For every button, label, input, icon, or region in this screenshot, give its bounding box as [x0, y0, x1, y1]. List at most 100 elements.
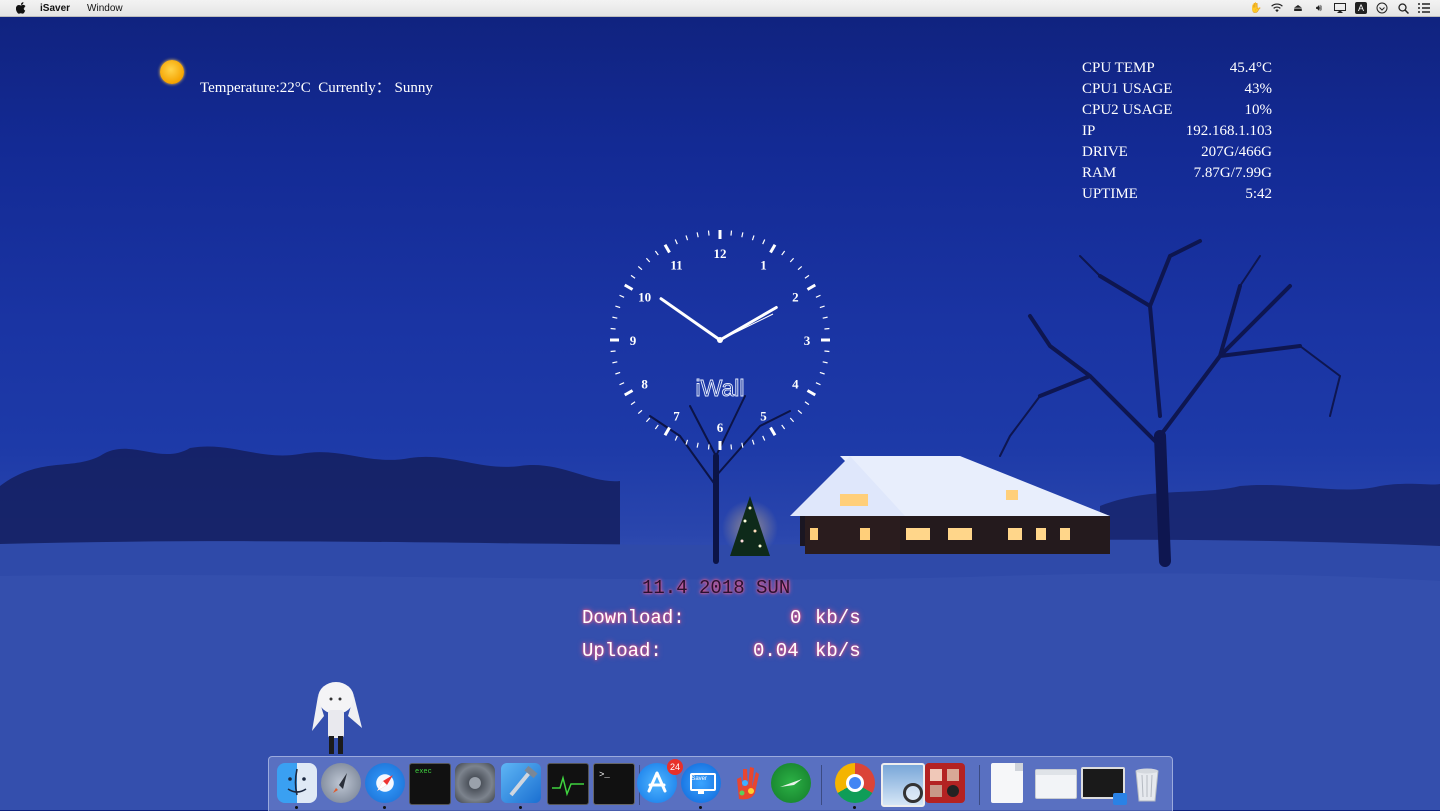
hand-icon[interactable]: ✋	[1250, 2, 1262, 14]
running-indicator	[295, 806, 298, 809]
download-label: Download:	[582, 607, 685, 629]
clock-hour-tick	[663, 426, 671, 437]
clock-hour-tick	[663, 243, 671, 254]
photo-booth-icon[interactable]	[925, 763, 965, 803]
clock-number: 7	[673, 408, 680, 423]
exec-label: exec	[415, 768, 432, 776]
trash-icon[interactable]	[1127, 763, 1167, 803]
clock-minute-tick	[610, 350, 616, 353]
exec-terminal-icon[interactable]: exec	[409, 763, 451, 805]
terminal-icon[interactable]: >_	[593, 763, 635, 805]
clock-minute-tick	[654, 424, 659, 430]
activity-monitor-icon[interactable]	[547, 763, 589, 805]
clock-minute-tick	[815, 294, 821, 298]
clock-minute-tick	[674, 435, 678, 441]
clock-minute-tick	[685, 235, 689, 241]
clock-number: 1	[760, 258, 767, 273]
running-indicator	[519, 806, 522, 809]
isaver-label: iSaver	[690, 776, 708, 782]
clock-minute-hand	[718, 306, 778, 342]
clock-hour-tick	[623, 283, 634, 291]
clock-minute-tick	[615, 371, 621, 375]
dock-separator	[979, 765, 980, 805]
clock-minute-tick	[645, 257, 651, 263]
clock-minute-tick	[696, 442, 699, 448]
clock-minute-tick	[637, 265, 643, 271]
clock-minute-tick	[781, 250, 786, 256]
clock-minute-tick	[615, 305, 621, 309]
analog-clock: 121234567891011 iWall	[610, 230, 830, 450]
clock-minute-tick	[824, 327, 830, 330]
clock-minute-tick	[741, 232, 744, 238]
green-plane-icon[interactable]	[771, 763, 811, 803]
clock-minute-tick	[637, 409, 643, 415]
input-source-icon[interactable]: A	[1355, 2, 1367, 14]
app-store-icon[interactable]: 24	[637, 759, 683, 803]
clock-minute-tick	[630, 401, 636, 406]
dock-separator	[821, 765, 822, 805]
clock-minute-tick	[730, 444, 733, 450]
volume-icon[interactable]: 🔊︎	[1313, 2, 1325, 14]
menu-bar: iSaver Window ✋ ⏏ 🔊︎ A	[0, 0, 1440, 17]
window-icon[interactable]	[1035, 769, 1077, 799]
clock-minute-tick	[789, 417, 795, 423]
paint-hand-icon[interactable]	[727, 763, 767, 803]
stat-label: UPTIME	[1082, 186, 1138, 202]
stat-row-ip: IP 192.168.1.103	[1082, 121, 1272, 142]
finder-icon[interactable]	[277, 763, 317, 803]
stat-value: 7.87G/7.99G	[1193, 165, 1272, 181]
menu-window[interactable]: Window	[87, 3, 123, 14]
clock-minute-tick	[804, 401, 810, 406]
stat-row-uptime: UPTIME 5:42	[1082, 184, 1272, 205]
eject-icon[interactable]: ⏏	[1292, 2, 1304, 14]
preview-icon[interactable]	[881, 763, 925, 807]
spotlight-icon[interactable]	[1397, 2, 1409, 14]
wifi-icon[interactable]	[1271, 2, 1283, 14]
clock-minute-tick	[674, 239, 678, 245]
stat-label: RAM	[1082, 165, 1117, 181]
clock-minute-tick	[751, 439, 755, 445]
stat-label: IP	[1082, 123, 1096, 139]
weather-text: Temperature:22°C Currently： Sunny	[200, 80, 433, 96]
system-preferences-icon[interactable]	[455, 763, 495, 803]
launchpad-icon[interactable]	[321, 763, 361, 803]
clock-minute-tick	[619, 294, 625, 298]
notification-center-icon[interactable]	[1418, 2, 1430, 14]
clock-minute-tick	[781, 424, 786, 430]
chrome-icon[interactable]	[835, 763, 875, 803]
menu-app-name[interactable]: iSaver	[40, 3, 70, 14]
clock-minute-tick	[815, 382, 821, 386]
stat-label: CPU1 USAGE	[1082, 81, 1173, 97]
system-stats: CPU TEMP 45.4°C CPU1 USAGE 43% CPU2 USAGE 1…	[1082, 58, 1272, 205]
screen-sharing-icon[interactable]	[1081, 767, 1127, 805]
apple-menu-icon[interactable]	[16, 2, 26, 14]
clock-hour-tick	[806, 283, 817, 291]
stat-value: 45.4°C	[1229, 60, 1272, 76]
stat-value: 207G/466G	[1201, 144, 1272, 160]
stat-row-cpu1: CPU1 USAGE 43%	[1082, 79, 1272, 100]
house	[790, 456, 1110, 554]
clock-number: 11	[670, 258, 682, 273]
xcode-icon[interactable]	[501, 763, 541, 803]
clock-minute-tick	[822, 361, 828, 364]
stat-label: CPU TEMP	[1082, 60, 1155, 76]
clock-center-pin	[717, 337, 723, 343]
isaver-icon[interactable]: iSaver	[681, 763, 721, 803]
clock-minute-tick	[685, 439, 689, 445]
stat-value: 5:42	[1245, 186, 1272, 202]
safari-icon[interactable]	[365, 763, 405, 803]
spark-icon[interactable]	[1376, 2, 1388, 14]
clock-number: 9	[630, 333, 637, 348]
date-line: 11.4 2018 SUN	[642, 577, 791, 599]
dock: exec >_ 24 iSaver	[268, 756, 1173, 811]
clock-minute-tick	[645, 417, 651, 423]
sun-icon	[160, 60, 184, 84]
running-indicator	[853, 806, 856, 809]
airplay-icon[interactable]	[1334, 2, 1346, 14]
clock-number: 5	[760, 408, 767, 423]
upload-value: 0.04	[753, 640, 799, 662]
clock-number: 2	[792, 290, 799, 305]
clock-hour-tick	[623, 389, 634, 397]
clock-number: 3	[804, 333, 811, 348]
document-icon[interactable]	[991, 763, 1023, 803]
